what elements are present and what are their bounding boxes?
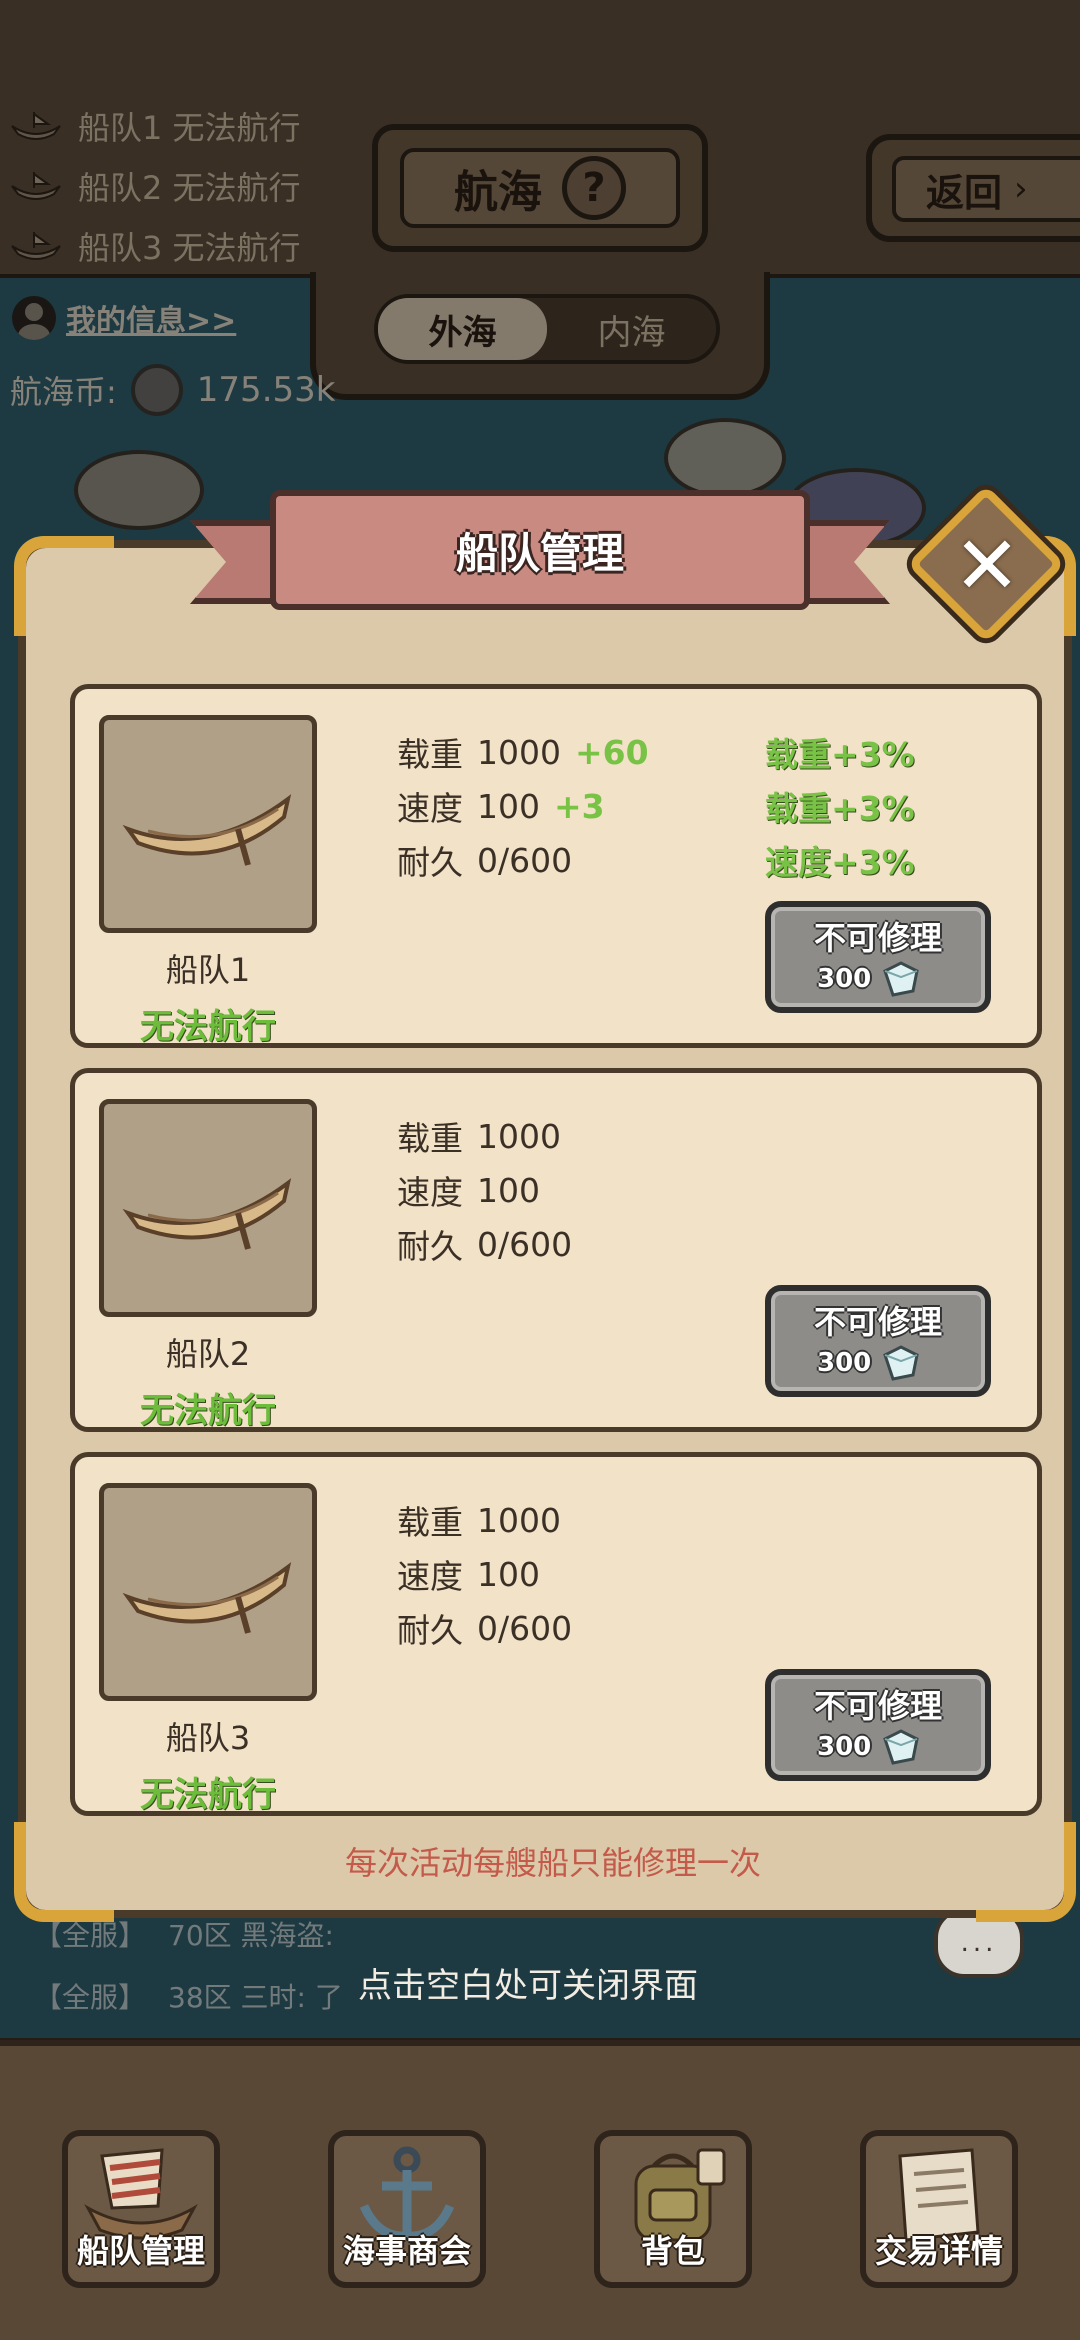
- repair-cost-row: 300: [817, 1343, 923, 1383]
- close-button[interactable]: ✕: [906, 484, 1066, 644]
- close-icon: ✕: [953, 518, 1021, 612]
- stat-row: 耐久 0/600: [397, 1601, 572, 1655]
- stat-row: 速度 100: [397, 1547, 572, 1601]
- fleet-buffs: 载重+3% 载重+3% 速度+3%: [765, 725, 915, 887]
- fleet-name: 船队3: [165, 1719, 251, 1757]
- stat-bonus: +3: [554, 786, 605, 826]
- repair-button[interactable]: 不可修理 300: [765, 1669, 991, 1781]
- boat-icon: [122, 1562, 292, 1634]
- stat-value: 100: [477, 1554, 540, 1594]
- gold-corner-trim: [14, 536, 114, 636]
- fleet-state: 无法航行: [140, 1775, 276, 1815]
- nav-label: 背包: [640, 2232, 705, 2270]
- gem-icon: [883, 961, 919, 997]
- stat-label: 耐久: [397, 1611, 463, 1650]
- repair-limit-note: 每次活动每艘船只能修理一次: [344, 1844, 761, 1882]
- fleet-state: 无法航行: [140, 1007, 276, 1047]
- repair-button[interactable]: 不可修理 300: [765, 1285, 991, 1397]
- repair-label: 不可修理: [813, 1303, 942, 1341]
- stat-label: 耐久: [397, 843, 463, 882]
- nav-label: 海事商会: [342, 2232, 471, 2270]
- stat-row: 载重 1000 +60: [397, 725, 649, 779]
- fleet-stats: 载重 1000 速度 100 耐久 0/600: [397, 1109, 572, 1271]
- fleet-state: 无法航行: [140, 1391, 276, 1431]
- stat-row: 速度 100 +3: [397, 779, 649, 833]
- nav-label: 交易详情: [874, 2232, 1003, 2270]
- repair-label: 不可修理: [813, 1687, 942, 1725]
- stat-row: 耐久 0/600: [397, 1217, 572, 1271]
- fleet-management-modal: 船队1 无法航行 载重 1000 +60 速度 100 +3 耐久 0/600 载重+3%…: [14, 536, 1076, 1922]
- modal-title-ribbon: 船队管理: [270, 490, 810, 610]
- nav-trade-details[interactable]: 交易详情: [860, 2130, 1018, 2288]
- stat-row: 载重 1000: [397, 1109, 572, 1163]
- stat-value: 100: [477, 786, 540, 826]
- stat-bonus: +60: [574, 732, 649, 772]
- stat-row: 载重 1000: [397, 1493, 572, 1547]
- gem-icon: [883, 1345, 919, 1381]
- fleet-card: 船队3 无法航行 载重 1000 速度 100 耐久 0/600 不可修理 300: [70, 1452, 1042, 1816]
- fleet-card: 船队2 无法航行 载重 1000 速度 100 耐久 0/600 不可修理 300: [70, 1068, 1042, 1432]
- stat-label: 速度: [397, 1557, 463, 1596]
- stat-row: 耐久 0/600: [397, 833, 649, 887]
- stat-label: 载重: [397, 1119, 463, 1158]
- stat-label: 速度: [397, 1173, 463, 1212]
- fleet-name: 船队2: [165, 1335, 251, 1373]
- fleet-name: 船队1: [165, 951, 251, 989]
- stat-label: 速度: [397, 789, 463, 828]
- buff-label: 速度+3%: [765, 843, 915, 882]
- nav-maritime-chamber[interactable]: 海事商会: [328, 2130, 486, 2288]
- close-hint: 点击空白处可关闭界面: [358, 1966, 698, 2006]
- boat-icon: [122, 794, 292, 866]
- stat-label: 载重: [397, 735, 463, 774]
- repair-cost: 300: [817, 1348, 872, 1378]
- fleet-stats: 载重 1000 速度 100 耐久 0/600: [397, 1493, 572, 1655]
- modal-title: 船队管理: [455, 528, 624, 578]
- stat-value: 0/600: [477, 1224, 573, 1264]
- stat-row: 速度 100: [397, 1163, 572, 1217]
- repair-label: 不可修理: [813, 919, 942, 957]
- stat-value: 1000: [477, 732, 561, 772]
- nav-label: 船队管理: [76, 2232, 205, 2270]
- buff-label: 载重+3%: [765, 735, 915, 774]
- gem-icon: [883, 1729, 919, 1765]
- fleet-stats: 载重 1000 +60 速度 100 +3 耐久 0/600: [397, 725, 649, 887]
- buff-label: 载重+3%: [765, 789, 915, 828]
- stat-label: 耐久: [397, 1227, 463, 1266]
- fleet-thumbnail[interactable]: [99, 1099, 317, 1317]
- boat-icon: [122, 1178, 292, 1250]
- nav-fleet-management[interactable]: 船队管理: [62, 2130, 220, 2288]
- stat-value: 0/600: [477, 1608, 573, 1648]
- fleet-card: 船队1 无法航行 载重 1000 +60 速度 100 +3 耐久 0/600 载重+3%…: [70, 684, 1042, 1048]
- fleet-thumbnail[interactable]: [99, 1483, 317, 1701]
- stat-value: 1000: [477, 1116, 561, 1156]
- repair-cost: 300: [817, 1732, 872, 1762]
- nav-backpack[interactable]: 背包: [594, 2130, 752, 2288]
- stat-value: 1000: [477, 1500, 561, 1540]
- repair-button[interactable]: 不可修理 300: [765, 901, 991, 1013]
- repair-cost-row: 300: [817, 1727, 923, 1767]
- repair-cost: 300: [817, 964, 872, 994]
- repair-cost-row: 300: [817, 959, 923, 999]
- stat-value: 100: [477, 1170, 540, 1210]
- fleet-thumbnail[interactable]: [99, 715, 317, 933]
- stat-value: 0/600: [477, 840, 573, 880]
- stat-label: 载重: [397, 1503, 463, 1542]
